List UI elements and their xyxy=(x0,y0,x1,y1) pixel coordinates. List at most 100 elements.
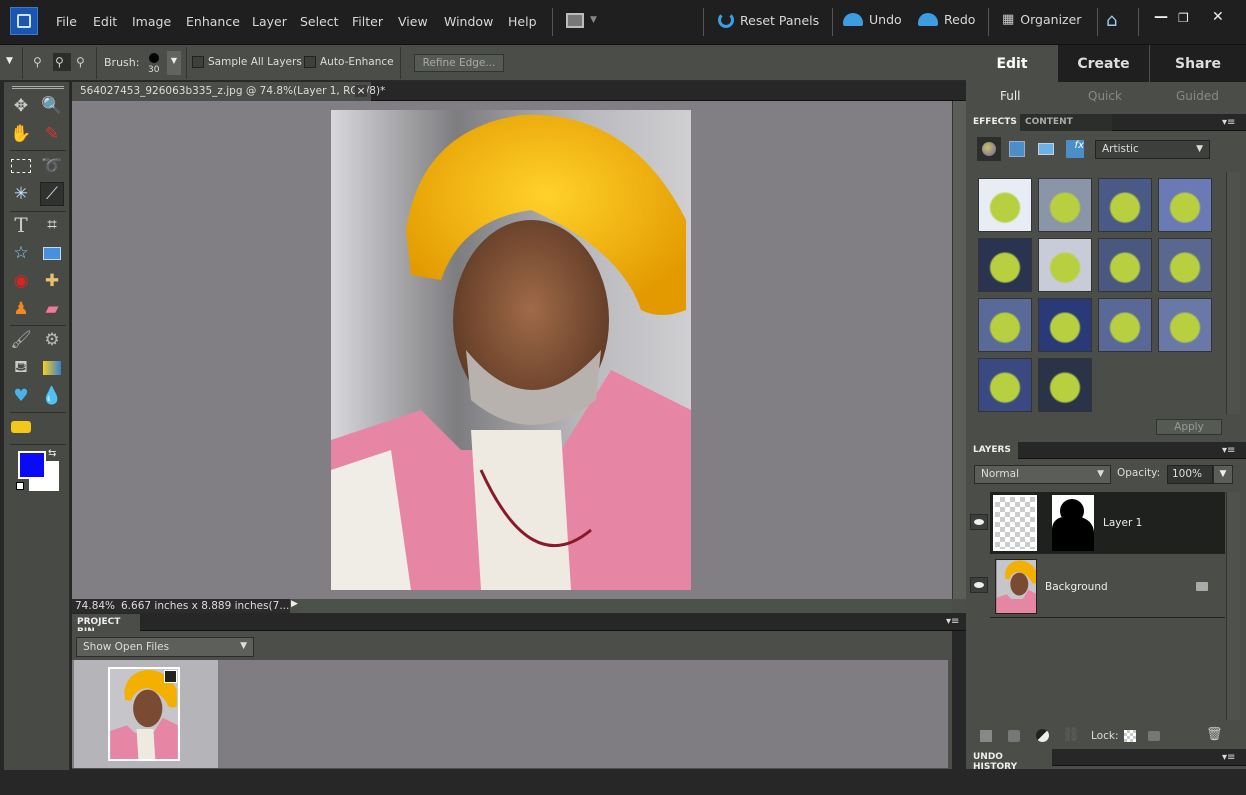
document-tab[interactable]: 564027453_926063b335_z.jpg @ 74.8%(Layer… xyxy=(72,82,385,101)
vertical-scrollbar[interactable] xyxy=(952,101,966,599)
eyedropper-tool-icon[interactable]: ✎ xyxy=(40,122,64,146)
menu-layer[interactable]: Layer xyxy=(252,14,287,29)
home-icon[interactable]: ⌂ xyxy=(1106,10,1117,31)
healing-brush-tool-icon[interactable]: ✚ xyxy=(40,269,64,293)
layer-row-layer-1[interactable]: Layer 1 xyxy=(990,492,1225,554)
chevron-down-icon[interactable]: ▼ xyxy=(590,15,597,25)
effect-thumbnail[interactable] xyxy=(978,178,1032,232)
effects-category-dropdown[interactable]: Artistic ▼ xyxy=(1095,140,1210,159)
opacity-dropdown[interactable]: ▼ xyxy=(1213,465,1233,484)
hand-tool-icon[interactable]: ✋ xyxy=(9,122,33,146)
quick-selection-add-icon[interactable]: ⚲ xyxy=(53,53,71,71)
quick-selection-tool-icon[interactable]: ⟋ xyxy=(40,182,64,206)
quick-selection-new-icon[interactable]: ⚲ xyxy=(33,55,47,69)
apply-button[interactable]: Apply xyxy=(1156,419,1222,435)
info-menu-arrow-icon[interactable]: ▶ xyxy=(291,599,298,609)
subtab-guided[interactable]: Guided xyxy=(1176,89,1219,103)
horizontal-scrollbar[interactable] xyxy=(300,599,952,613)
menu-help[interactable]: Help xyxy=(508,14,537,29)
tab-effects[interactable]: EFFECTS xyxy=(968,114,1022,131)
brush-preview-icon[interactable] xyxy=(149,53,159,63)
subtab-quick[interactable]: Quick xyxy=(1088,89,1122,103)
effect-thumbnail[interactable] xyxy=(978,298,1032,352)
layer-styles-icon[interactable] xyxy=(1009,141,1025,157)
quick-selection-subtract-icon[interactable]: ⚲ xyxy=(76,55,90,69)
red-eye-tool-icon[interactable]: ◉ xyxy=(9,269,33,293)
trash-icon[interactable]: 🗑 xyxy=(1206,727,1223,742)
panel-menu-icon[interactable]: ▾≡ xyxy=(946,616,959,627)
cookie-cutter-tool-icon[interactable]: ♥ xyxy=(9,384,33,408)
project-bin-dropdown[interactable]: Show Open Files ▼ xyxy=(76,637,254,657)
auto-enhance-checkbox[interactable]: Auto-Enhance xyxy=(304,56,394,68)
tab-share[interactable]: Share xyxy=(1150,45,1246,82)
tab-layers[interactable]: LAYERS xyxy=(968,442,1018,459)
close-button[interactable]: ✕ xyxy=(1212,9,1224,25)
toolbox-grip[interactable] xyxy=(12,86,64,89)
recompose-tool-icon[interactable] xyxy=(43,246,61,260)
effect-thumbnail[interactable] xyxy=(1098,298,1152,352)
reset-panels-button[interactable]: Reset Panels xyxy=(718,12,819,28)
effect-thumbnail[interactable] xyxy=(978,238,1032,292)
lock-transparency-icon[interactable] xyxy=(1124,730,1136,742)
opacity-input[interactable]: 100% xyxy=(1167,465,1213,484)
effect-thumbnail[interactable] xyxy=(1098,178,1152,232)
minimize-button[interactable]: — xyxy=(1154,9,1168,25)
document-image[interactable] xyxy=(331,110,691,590)
menu-window[interactable]: Window xyxy=(444,14,493,29)
visibility-eye-icon[interactable] xyxy=(970,577,988,593)
refine-edge-button[interactable]: Refine Edge... xyxy=(414,54,504,72)
menu-enhance[interactable]: Enhance xyxy=(186,14,240,29)
menu-edit[interactable]: Edit xyxy=(93,14,117,29)
subtab-full[interactable]: Full xyxy=(1000,89,1021,103)
effect-thumbnail[interactable] xyxy=(1158,178,1212,232)
menu-view[interactable]: View xyxy=(398,14,428,29)
crop-tool-icon[interactable]: ⌗ xyxy=(40,213,64,237)
gradient-tool-icon[interactable] xyxy=(43,361,61,375)
tool-preset-dropdown[interactable]: ▼ xyxy=(6,56,13,66)
default-colors-icon[interactable] xyxy=(16,482,24,490)
type-tool-icon[interactable]: T xyxy=(9,213,33,237)
move-tool-icon[interactable]: ✥ xyxy=(9,94,33,118)
organizer-button[interactable]: ▦ Organizer xyxy=(1002,12,1081,27)
brush-dropdown[interactable]: ▼ xyxy=(167,51,181,75)
blend-mode-dropdown[interactable]: Normal ▼ xyxy=(974,465,1111,484)
adjustment-layer-icon[interactable] xyxy=(1036,729,1049,742)
layout-icon[interactable] xyxy=(566,13,584,28)
visibility-eye-icon[interactable] xyxy=(970,514,988,530)
brush-tool-icon[interactable]: 🖌 xyxy=(9,328,33,352)
menu-file[interactable]: File xyxy=(56,14,77,29)
blur-tool-icon[interactable]: 💧 xyxy=(40,384,64,408)
tab-content[interactable]: CONTENT xyxy=(1020,114,1112,131)
smart-brush-tool-icon[interactable]: ⚙ xyxy=(40,328,64,352)
foreground-color-swatch[interactable] xyxy=(18,451,46,479)
link-icon[interactable]: ⛓ xyxy=(1062,727,1080,743)
new-layer-icon[interactable] xyxy=(980,730,992,742)
panel-menu-icon[interactable]: ▾≡ xyxy=(1222,752,1235,763)
layers-scrollbar[interactable] xyxy=(1226,492,1240,720)
all-effects-icon[interactable]: fx xyxy=(1066,140,1084,158)
swap-colors-icon[interactable]: ⇆ xyxy=(48,448,56,459)
tab-undo-history[interactable]: UNDO HISTORY xyxy=(968,749,1052,772)
shape-tool-icon[interactable]: ☆ xyxy=(9,241,33,265)
panel-menu-icon[interactable]: ▾≡ xyxy=(1222,117,1235,128)
effect-thumbnail[interactable] xyxy=(1038,178,1092,232)
effect-thumbnail[interactable] xyxy=(1158,298,1212,352)
clone-stamp-tool-icon[interactable]: ♟ xyxy=(9,297,33,321)
tab-create[interactable]: Create xyxy=(1058,45,1149,82)
eraser-tool-icon[interactable]: ▰ xyxy=(40,297,64,321)
marquee-tool-icon[interactable] xyxy=(11,159,31,173)
effect-thumbnail[interactable] xyxy=(1158,238,1212,292)
sponge-tool-icon[interactable] xyxy=(11,421,31,433)
effect-thumbnail[interactable] xyxy=(1098,238,1152,292)
zoom-tool-icon[interactable]: 🔍 xyxy=(40,94,64,118)
effect-thumbnail[interactable] xyxy=(1038,358,1092,412)
redo-button[interactable]: Redo xyxy=(918,12,975,27)
close-tab-icon[interactable]: × xyxy=(355,85,367,97)
effect-thumbnail[interactable] xyxy=(1038,298,1092,352)
effect-thumbnail[interactable] xyxy=(978,358,1032,412)
panel-menu-icon[interactable]: ▾≡ xyxy=(1222,445,1235,456)
menu-filter[interactable]: Filter xyxy=(352,14,383,29)
zoom-level[interactable]: 74.84% xyxy=(72,599,118,613)
add-mask-icon[interactable] xyxy=(1008,730,1020,742)
effects-scrollbar[interactable] xyxy=(1226,172,1240,414)
